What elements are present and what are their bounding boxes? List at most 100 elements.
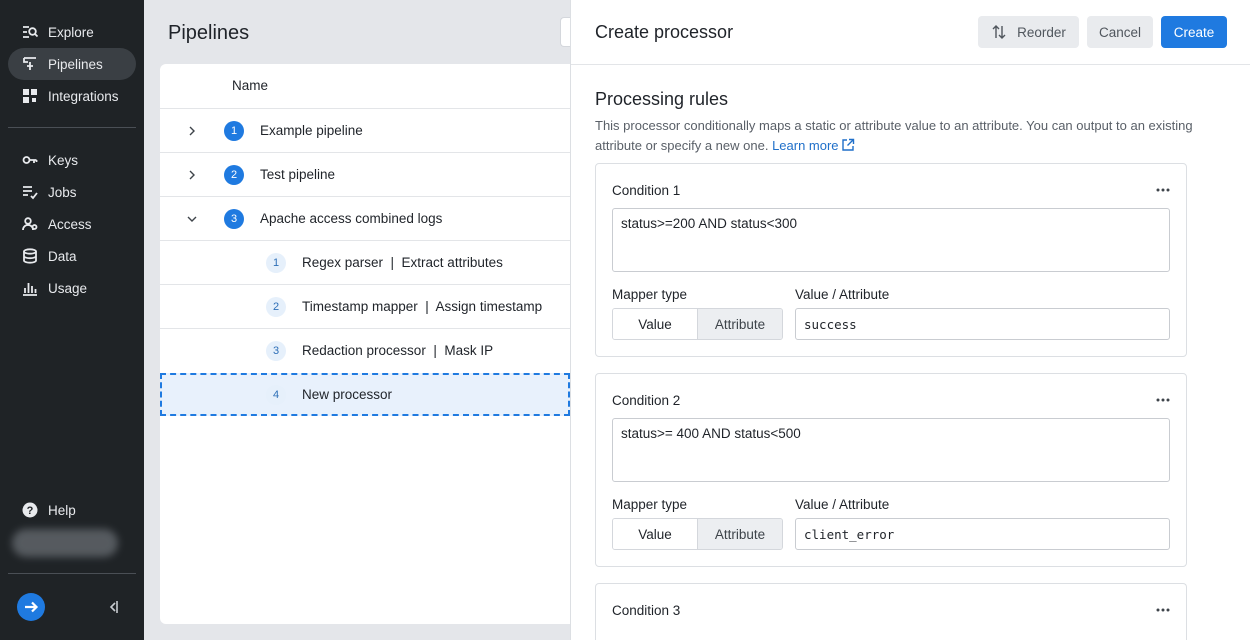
processor-row[interactable]: 3 Redaction processor | Mask IP bbox=[160, 328, 570, 372]
sidebar-item-jobs[interactable]: Jobs bbox=[8, 176, 136, 208]
column-header-name: Name bbox=[232, 78, 269, 93]
mapper-type-value[interactable]: Value bbox=[613, 309, 698, 339]
section-description-text: This processor conditionally maps a stat… bbox=[595, 118, 1193, 153]
sidebar-item-usage[interactable]: Usage bbox=[8, 272, 136, 304]
sidebar: Explore Pipelines Integrations Keys Jobs… bbox=[0, 0, 144, 640]
sidebar-item-label: Data bbox=[48, 248, 77, 264]
section-title: Processing rules bbox=[595, 89, 729, 109]
reorder-icon bbox=[992, 25, 1006, 39]
processor-number: 3 bbox=[266, 340, 286, 361]
processor-name: New processor bbox=[302, 387, 393, 402]
condition-title: Condition 2 bbox=[612, 393, 681, 408]
mapper-type-label: Mapper type bbox=[612, 497, 688, 512]
pipelines-icon bbox=[21, 55, 39, 73]
brand-logo[interactable] bbox=[17, 593, 45, 621]
more-options-icon[interactable] bbox=[1154, 391, 1172, 409]
new-processor-row[interactable]: 4 New processor bbox=[160, 373, 570, 416]
sidebar-divider bbox=[8, 127, 136, 128]
page-title: Pipelines bbox=[168, 22, 250, 44]
mapper-type-toggle: Value Attribute bbox=[612, 518, 783, 550]
sidebar-item-label: Explore bbox=[48, 24, 94, 40]
table-row[interactable]: 1 Example pipeline bbox=[160, 108, 570, 152]
sidebar-item-pipelines[interactable]: Pipelines bbox=[8, 48, 136, 80]
more-options-icon[interactable] bbox=[1154, 601, 1172, 619]
value-attribute-label: Value / Attribute bbox=[795, 287, 890, 302]
learn-more-link[interactable]: Learn more bbox=[772, 138, 854, 153]
table-row[interactable]: 2 Test pipeline bbox=[160, 152, 570, 196]
sidebar-item-integrations[interactable]: Integrations bbox=[8, 80, 136, 112]
sidebar-item-help[interactable]: ? Help bbox=[8, 494, 136, 526]
sidebar-item-label: Jobs bbox=[48, 184, 77, 200]
processor-name: Regex parser | Extract attributes bbox=[302, 255, 503, 270]
user-menu[interactable] bbox=[12, 529, 118, 557]
usage-icon bbox=[21, 279, 39, 297]
condition-expression-input[interactable]: status>= 400 AND status<500 bbox=[612, 418, 1170, 482]
sidebar-item-label: Pipelines bbox=[48, 56, 103, 72]
reorder-button[interactable]: Reorder bbox=[978, 16, 1079, 48]
chevron-right-icon[interactable] bbox=[186, 169, 198, 181]
mapper-type-value[interactable]: Value bbox=[613, 519, 698, 549]
svg-text:?: ? bbox=[27, 505, 34, 517]
external-link-icon bbox=[841, 138, 854, 151]
more-options-icon[interactable] bbox=[1154, 181, 1172, 199]
section-description: This processor conditionally maps a stat… bbox=[595, 116, 1195, 156]
processor-name: Redaction processor | Mask IP bbox=[302, 343, 494, 358]
condition-title: Condition 1 bbox=[612, 183, 681, 198]
processor-name: Timestamp mapper | Assign timestamp bbox=[302, 299, 543, 314]
sidebar-item-label: Help bbox=[48, 502, 76, 518]
drawer-header: Create processor Reorder Cancel Create bbox=[571, 0, 1250, 65]
pipeline-name: Test pipeline bbox=[260, 167, 336, 182]
chevron-right-icon[interactable] bbox=[186, 125, 198, 137]
arrow-right-icon bbox=[25, 601, 39, 613]
sidebar-item-keys[interactable]: Keys bbox=[8, 144, 136, 176]
jobs-icon bbox=[21, 183, 39, 201]
value-attribute-input[interactable]: client_error bbox=[795, 518, 1170, 550]
database-icon bbox=[21, 247, 39, 265]
drawer-title: Create processor bbox=[595, 22, 734, 42]
mapper-type-label: Mapper type bbox=[612, 287, 688, 302]
sidebar-divider bbox=[8, 573, 136, 574]
create-processor-drawer: Create processor Reorder Cancel Create P… bbox=[570, 0, 1250, 640]
mapper-type-attribute[interactable]: Attribute bbox=[698, 519, 782, 549]
sidebar-item-data[interactable]: Data bbox=[8, 240, 136, 272]
condition-card: Condition 3 bbox=[595, 583, 1187, 640]
sidebar-item-explore[interactable]: Explore bbox=[8, 16, 136, 48]
access-icon bbox=[21, 215, 39, 233]
condition-card: Condition 2 status>= 400 AND status<500 … bbox=[595, 373, 1187, 567]
mapper-type-attribute[interactable]: Attribute bbox=[698, 309, 782, 339]
sidebar-item-label: Integrations bbox=[48, 88, 119, 104]
pipeline-number: 3 bbox=[224, 208, 244, 229]
key-icon bbox=[21, 151, 39, 169]
processor-number: 2 bbox=[266, 296, 286, 317]
condition-card: Condition 1 status>=200 AND status<300 M… bbox=[595, 163, 1187, 357]
pipeline-name: Example pipeline bbox=[260, 123, 363, 138]
sidebar-item-label: Access bbox=[48, 216, 92, 232]
help-icon: ? bbox=[21, 501, 39, 519]
pipelines-table: Name 1 Example pipeline 2 Test pipeline … bbox=[160, 64, 570, 624]
collapse-icon bbox=[109, 601, 118, 613]
collapse-sidebar-button[interactable] bbox=[106, 597, 120, 617]
pipeline-name: Apache access combined logs bbox=[260, 211, 443, 226]
processor-number: 1 bbox=[266, 252, 286, 273]
chevron-down-icon[interactable] bbox=[186, 213, 198, 225]
pipeline-number: 1 bbox=[224, 120, 244, 141]
integrations-icon bbox=[21, 87, 39, 105]
sidebar-item-access[interactable]: Access bbox=[8, 208, 136, 240]
pipeline-number: 2 bbox=[224, 164, 244, 185]
sidebar-item-label: Keys bbox=[48, 152, 79, 168]
processor-row[interactable]: 2 Timestamp mapper | Assign timestamp bbox=[160, 284, 570, 328]
mapper-type-toggle: Value Attribute bbox=[612, 308, 783, 340]
processor-row[interactable]: 1 Regex parser | Extract attributes bbox=[160, 240, 570, 284]
cancel-button[interactable]: Cancel bbox=[1087, 16, 1153, 48]
reorder-label: Reorder bbox=[1017, 24, 1066, 40]
processor-number: 4 bbox=[266, 384, 286, 405]
sidebar-item-label: Usage bbox=[48, 280, 88, 296]
learn-more-label: Learn more bbox=[772, 138, 839, 153]
create-button[interactable]: Create bbox=[1161, 16, 1227, 48]
explore-icon bbox=[21, 23, 39, 41]
value-attribute-input[interactable]: success bbox=[795, 308, 1170, 340]
table-row[interactable]: 3 Apache access combined logs bbox=[160, 196, 570, 240]
table-spacer bbox=[160, 417, 570, 461]
condition-expression-input[interactable]: status>=200 AND status<300 bbox=[612, 208, 1170, 272]
condition-title: Condition 3 bbox=[612, 603, 681, 618]
